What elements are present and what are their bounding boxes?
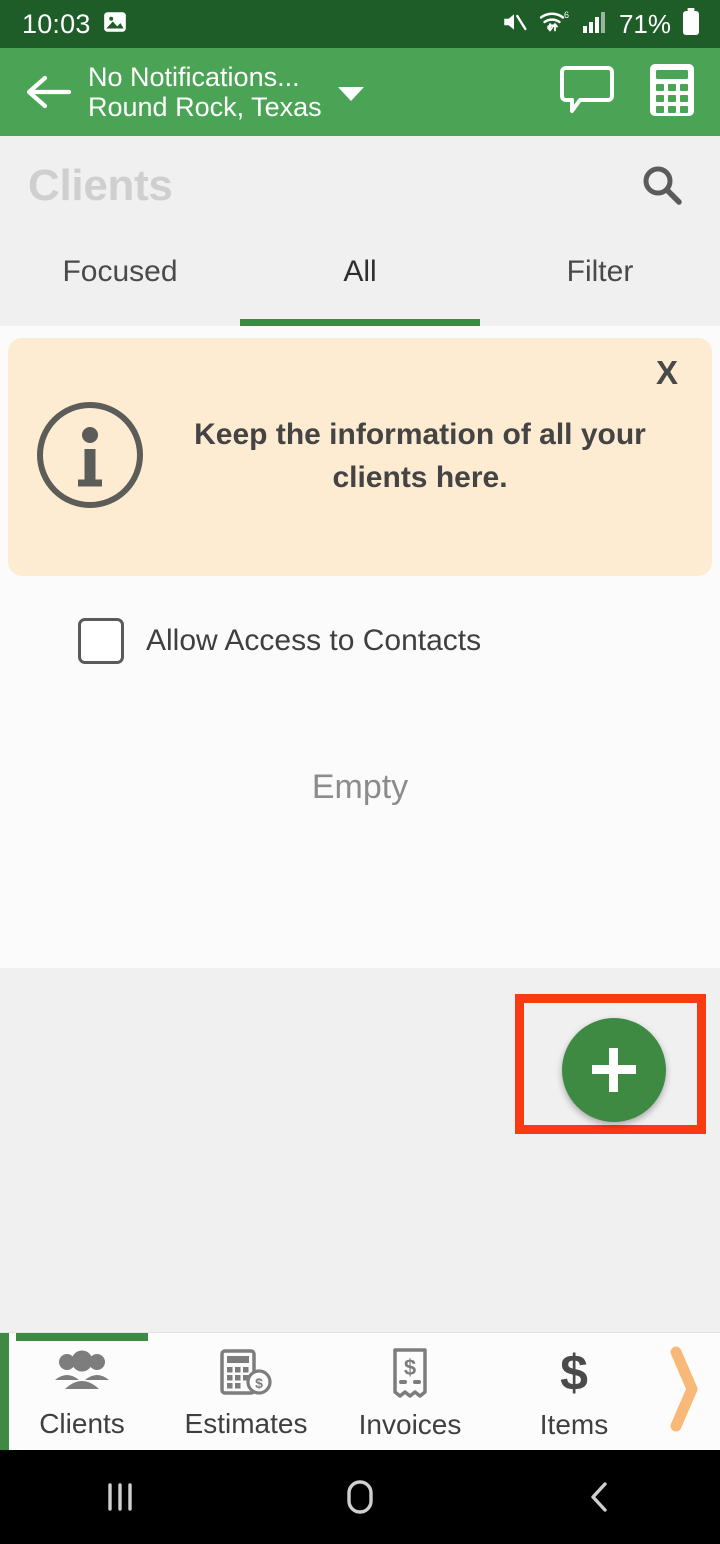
content-panel: X Keep the information of all your clien…	[0, 326, 720, 968]
status-bar-clock: 10:03	[22, 8, 91, 39]
calculator-icon[interactable]	[648, 62, 696, 123]
chat-icon[interactable]	[560, 64, 614, 121]
battery-percentage: 71%	[618, 8, 671, 39]
tab-focused[interactable]: Focused	[0, 236, 240, 326]
dollar-sign-icon: $	[551, 1345, 597, 1405]
nav-label-clients: Clients	[39, 1408, 125, 1439]
nav-item-estimates[interactable]: $ Estimates	[164, 1333, 328, 1450]
tab-focused-label: Focused	[62, 255, 178, 288]
search-icon[interactable]	[638, 162, 686, 210]
page-header: Clients	[0, 136, 720, 236]
plus-icon	[592, 1048, 636, 1092]
nav-item-clients[interactable]: Clients	[0, 1333, 164, 1450]
tab-bar: Focused All Filter	[0, 236, 720, 326]
tab-all[interactable]: All	[240, 236, 480, 326]
cellular-signal-icon	[582, 10, 608, 39]
image-notification-icon	[102, 9, 128, 40]
receipt-dollar-icon: $	[387, 1348, 433, 1405]
banner-close-button[interactable]: X	[656, 356, 678, 389]
recents-icon[interactable]	[0, 1479, 240, 1515]
android-navigation-bar	[0, 1450, 720, 1544]
app-bar-title-block[interactable]: No Notifications... Round Rock, Texas	[88, 62, 322, 122]
wifi-6-icon: 6	[539, 9, 571, 40]
location-label: Round Rock, Texas	[88, 92, 322, 122]
nav-item-invoices[interactable]: $ Invoices	[328, 1333, 492, 1450]
calculator-dollar-icon: $	[218, 1349, 274, 1404]
tab-filter-label: Filter	[566, 255, 634, 288]
chevron-down-icon[interactable]	[337, 87, 364, 101]
app-bar: No Notifications... Round Rock, Texas	[0, 48, 720, 136]
svg-text:6: 6	[564, 10, 569, 20]
svg-text:$: $	[404, 1355, 416, 1380]
back-icon[interactable]	[480, 1477, 720, 1517]
allow-contacts-checkbox[interactable]	[78, 618, 124, 664]
lower-spacer	[0, 968, 720, 1332]
nav-label-items: Items	[539, 1409, 609, 1440]
nav-item-items[interactable]: $ Items	[492, 1333, 656, 1450]
allow-contacts-row[interactable]: Allow Access to Contacts	[78, 618, 712, 664]
bottom-navigation: Clients $ Estimates $ Invoices $ Items	[0, 1332, 720, 1450]
chevron-right-icon	[666, 1346, 702, 1437]
status-bar: 10:03 6 71%	[0, 0, 720, 48]
people-group-icon	[53, 1349, 111, 1404]
info-circle-icon	[34, 399, 146, 516]
status-bar-right: 6 71%	[500, 7, 700, 41]
back-button[interactable]	[22, 66, 74, 118]
empty-state-label: Empty	[311, 768, 409, 806]
battery-icon	[682, 7, 700, 41]
status-bar-left: 10:03	[22, 9, 128, 40]
svg-text:$: $	[255, 1375, 263, 1391]
svg-text:$: $	[560, 1348, 588, 1400]
tab-filter[interactable]: Filter	[480, 236, 720, 326]
nav-more-button[interactable]	[656, 1333, 720, 1450]
mute-icon	[500, 9, 528, 40]
notifications-status-label: No Notifications...	[88, 61, 300, 92]
banner-message: Keep the information of all your clients…	[194, 418, 646, 494]
phone-screen: 10:03 6 71% No Notifications... Round Ro…	[0, 0, 720, 1544]
add-client-fab[interactable]	[562, 1018, 666, 1122]
info-banner: X Keep the information of all your clien…	[8, 338, 712, 576]
nav-label-invoices: Invoices	[358, 1409, 462, 1440]
tab-all-label: All	[343, 255, 377, 288]
home-icon[interactable]	[240, 1475, 480, 1519]
page-title: Clients	[28, 161, 173, 210]
nav-label-estimates: Estimates	[184, 1408, 308, 1439]
allow-contacts-label: Allow Access to Contacts	[146, 624, 482, 657]
app-bar-actions	[560, 62, 696, 123]
